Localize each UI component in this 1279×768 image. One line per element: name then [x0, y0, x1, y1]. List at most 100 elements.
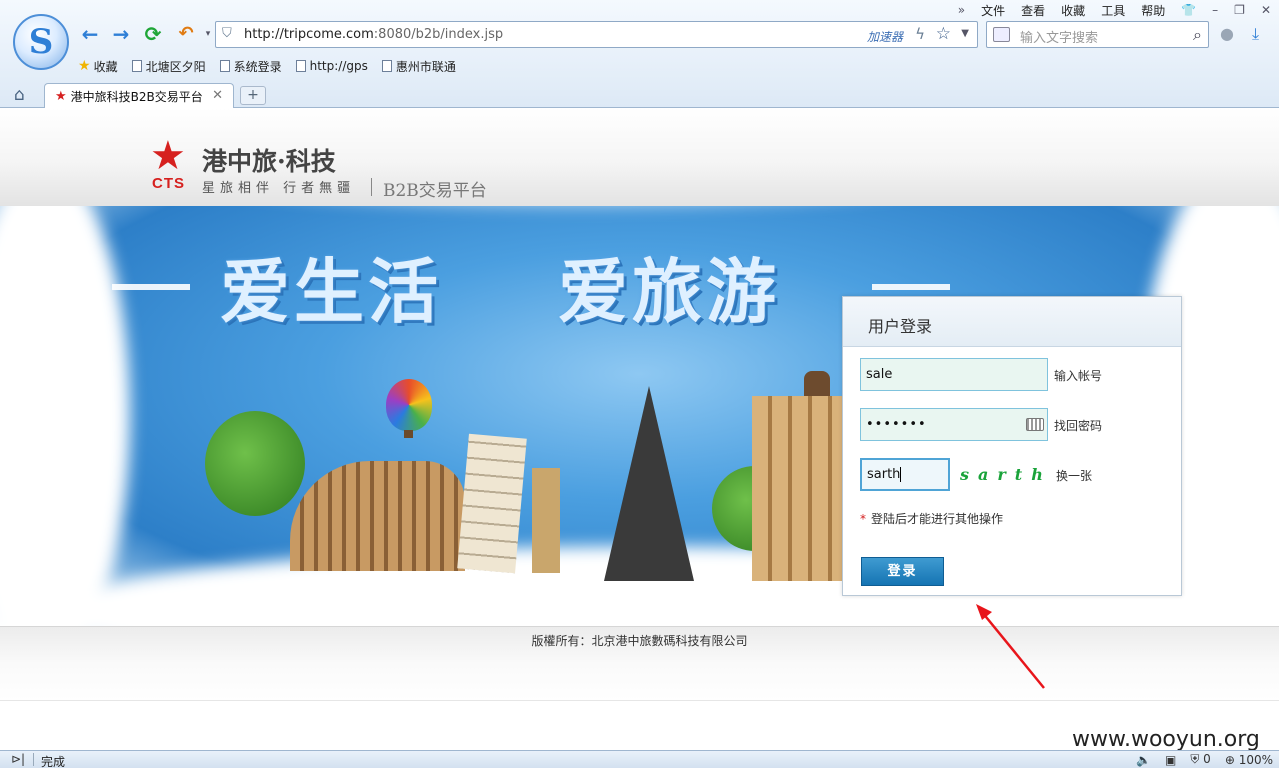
balloon-basket	[404, 430, 413, 438]
text-caret	[900, 467, 902, 482]
site-header: ★ CTS 港中旅·科技 星旅相伴 行者無疆 B2B交易平台	[0, 108, 1279, 206]
soft-keyboard-icon[interactable]	[1026, 418, 1044, 431]
forward-icon[interactable]: →	[108, 22, 134, 46]
status-bar: ⊳| 完成 🔈 ▣ ⛨ 0 ⊕ 100%	[0, 750, 1279, 768]
address-bar[interactable]: ⛉ http://tripcome.com:8080/b2b/index.jsp…	[215, 21, 978, 48]
account-label: 输入帐号	[1054, 369, 1103, 383]
image-search-icon[interactable]	[993, 27, 1010, 42]
new-tab-button[interactable]: +	[240, 86, 266, 105]
menu-file[interactable]: 文件	[973, 2, 1013, 19]
brand-divider	[371, 178, 372, 196]
menu-favorites[interactable]: 收藏	[1053, 2, 1093, 19]
login-note-text: 登陆后才能进行其他操作	[871, 512, 1004, 526]
favorites-button[interactable]: ★ 收藏	[78, 58, 118, 75]
forgot-password-link[interactable]: 找回密码	[1054, 417, 1102, 434]
menu-tools[interactable]: 工具	[1093, 2, 1133, 19]
lightning-icon[interactable]: ϟ	[915, 25, 925, 43]
menu-help[interactable]: 帮助	[1133, 2, 1173, 19]
menu-expand-icon[interactable]: »	[950, 3, 973, 17]
eiffel-tower	[604, 386, 694, 581]
status-text: 完成	[41, 755, 66, 768]
tree	[205, 411, 305, 516]
home-icon[interactable]: ⌂	[14, 85, 25, 105]
back-icon[interactable]: ←	[77, 22, 103, 46]
leaning-tower	[457, 433, 527, 574]
tab-close-icon[interactable]: ✕	[212, 88, 223, 103]
status-divider	[33, 753, 34, 766]
password-input[interactable]: •••••••	[860, 408, 1048, 441]
zoom-level: 100%	[1238, 752, 1273, 767]
page-icon	[381, 60, 392, 72]
captcha-image[interactable]: sarth	[960, 465, 1052, 484]
skin-icon[interactable]: 👕	[1173, 3, 1204, 17]
search-icon[interactable]: ⌕	[1193, 25, 1202, 45]
search-box[interactable]: 输入文字搜索 ⌕	[986, 21, 1209, 48]
address-url[interactable]: http://tripcome.com:8080/b2b/index.jsp	[244, 27, 503, 42]
browser-menu: » 文件 查看 收藏 工具 帮助 👕 – ❐ ✕	[950, 2, 1279, 18]
toolbox-icon[interactable]: ▣	[1165, 753, 1176, 767]
favorite-link[interactable]: 北塘区夕阳	[131, 58, 206, 75]
username-input[interactable]: sale	[860, 358, 1048, 391]
page-footer: 版權所有：北京港中旅數碼科技有限公司	[0, 626, 1279, 701]
platform-name: B2B交易平台	[383, 181, 487, 201]
login-panel-header: 用户登录	[843, 297, 1181, 347]
banner-slogan-2: 爱旅游	[558, 251, 780, 333]
cathedral	[752, 396, 842, 581]
favorite-link[interactable]: 系统登录	[219, 58, 282, 75]
volume-icon[interactable]: 🔈	[1136, 753, 1151, 767]
copyright-text: 版權所有：北京港中旅數碼科技有限公司	[531, 634, 748, 648]
login-button[interactable]: 登录	[861, 557, 944, 586]
close-icon[interactable]: ✕	[1253, 3, 1279, 17]
zoom-control[interactable]: ⊕ 100%	[1225, 753, 1273, 767]
clock-tower	[532, 468, 560, 573]
bookmark-star-icon[interactable]: ☆	[936, 24, 951, 44]
search-input[interactable]: 输入文字搜索	[1020, 27, 1098, 46]
minimize-icon[interactable]: –	[1204, 3, 1226, 17]
hot-air-balloon	[386, 379, 432, 431]
colosseum	[290, 461, 465, 571]
page-icon	[295, 60, 306, 72]
brand-slogan: 星旅相伴 行者無疆	[202, 181, 356, 196]
captcha-input[interactable]: sarth	[860, 458, 950, 491]
page-icon	[219, 60, 230, 72]
favorite-link[interactable]: 惠州市联通	[381, 58, 456, 75]
required-mark: *	[860, 512, 866, 526]
web-page: ★ CTS 港中旅·科技 星旅相伴 行者無疆 B2B交易平台 爱生活 爱旅游 用…	[0, 108, 1279, 750]
captcha-value: sarth	[867, 467, 901, 482]
favorites-star-icon: ★	[78, 58, 91, 74]
tab-title: 港中旅科技B2B交易平台	[70, 90, 203, 104]
login-note: * 登陆后才能进行其他操作	[860, 510, 1003, 527]
brand-star-icon: ★	[150, 133, 186, 179]
favorite-link[interactable]: http://gps	[295, 59, 368, 73]
restore-icon[interactable]: ❐	[1226, 3, 1253, 17]
brand-mark: CTS	[152, 175, 185, 192]
watermark: www.wooyun.org	[1072, 727, 1260, 750]
favorites-bar: ★ 收藏 北塘区夕阳 系统登录 http://gps 惠州市联通	[78, 57, 470, 75]
slogan-dash	[872, 284, 950, 290]
tab-active[interactable]: ★ 港中旅科技B2B交易平台 ✕	[44, 83, 234, 109]
slogan-dash	[112, 284, 190, 290]
adblock-count: 0	[1203, 752, 1211, 766]
refresh-icon[interactable]: ⟳	[140, 22, 166, 46]
browser-chrome: S » 文件 查看 收藏 工具 帮助 👕 – ❐ ✕ ← → ⟳ ↶ ▾ ⛉ h…	[0, 0, 1279, 109]
login-title: 用户登录	[868, 317, 933, 336]
address-dropdown-icon[interactable]: ▼	[961, 28, 969, 39]
extension-icon[interactable]: ●	[1220, 24, 1234, 43]
tab-strip: ⌂ ★ 港中旅科技B2B交易平台 ✕ +	[0, 80, 1279, 109]
page-icon	[131, 60, 142, 72]
refresh-captcha-link[interactable]: 换一张	[1056, 467, 1092, 484]
security-shield-icon: ⛉	[222, 26, 232, 41]
footer-divider	[0, 700, 1279, 701]
accelerator-label[interactable]: 加速器	[867, 28, 903, 45]
status-tools: 🔈 ▣ ⛨ 0 ⊕ 100%	[1136, 752, 1273, 767]
password-value: •••••••	[866, 417, 927, 432]
menu-view[interactable]: 查看	[1013, 2, 1053, 19]
cloud	[0, 206, 130, 626]
login-panel: 用户登录 sale 输入帐号 ••••••• 找回密码 sarth sarth …	[842, 296, 1182, 596]
site-favicon-icon: ★	[55, 89, 67, 104]
adblock-icon[interactable]: ⛨ 0	[1190, 752, 1210, 767]
sidebar-toggle-icon[interactable]: ⊳|	[11, 752, 25, 766]
browser-logo-icon: S	[13, 14, 69, 70]
download-icon[interactable]: ⤓	[1252, 24, 1259, 44]
banner-slogan-1: 爱生活	[220, 251, 442, 333]
